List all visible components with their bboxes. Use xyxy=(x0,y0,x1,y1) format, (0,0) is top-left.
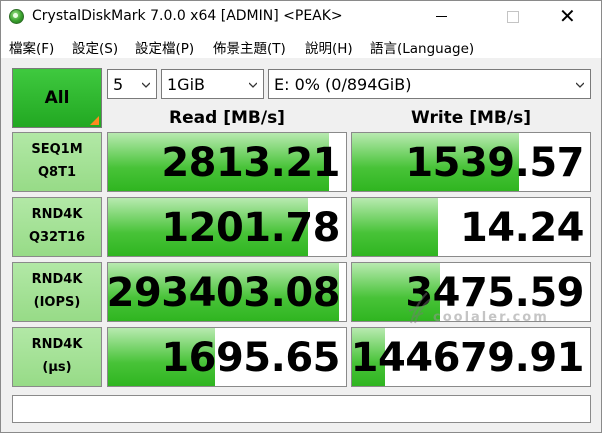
chevron-down-icon xyxy=(576,82,584,88)
row-label-line2: (μs) xyxy=(42,360,72,375)
minimize-button[interactable] xyxy=(419,1,465,32)
test-count-select[interactable]: 5 xyxy=(107,69,157,99)
rnd4k-q32t16-read-result: 1201.78 xyxy=(107,197,347,257)
rnd4k-latency-write-result: 144679.91 xyxy=(351,327,591,387)
result-value: 1201.78 xyxy=(161,205,340,251)
menu-language[interactable]: 語言(Language) xyxy=(370,37,474,57)
rnd4k-q32t16-button[interactable]: RND4K Q32T16 xyxy=(12,197,102,257)
seq1m-read-result: 2813.21 xyxy=(107,132,347,192)
drive-value: E: 0% (0/894GiB) xyxy=(274,75,412,94)
result-value: 144679.91 xyxy=(351,335,585,381)
maximize-icon xyxy=(507,11,519,23)
chevron-down-icon xyxy=(142,82,150,88)
window-title: CrystalDiskMark 7.0.0 x64 [ADMIN] <PEAK> xyxy=(32,8,343,24)
rnd4k-q32t16-write-result: 14.24 xyxy=(351,197,591,257)
result-bar xyxy=(352,198,438,256)
row-label-line1: RND4K xyxy=(31,272,83,287)
seq1m-write-result: 1539.57 xyxy=(351,132,591,192)
row-label-line2: Q32T16 xyxy=(28,230,86,245)
test-size-value: 1GiB xyxy=(167,75,205,94)
read-column-header: Read [MB/s] xyxy=(169,108,285,128)
rnd4k-iops-read-result: 293403.08 xyxy=(107,262,347,322)
close-icon: ✕ xyxy=(559,4,576,28)
row-label-line2: Q8T1 xyxy=(37,165,76,180)
title-bar[interactable]: CrystalDiskMark 7.0.0 x64 [ADMIN] <PEAK>… xyxy=(1,1,601,32)
row-label-line2: (IOPS) xyxy=(33,295,81,310)
run-all-label: All xyxy=(44,88,70,108)
app-logo-icon xyxy=(9,9,24,24)
rnd4k-latency-read-result: 1695.65 xyxy=(107,327,347,387)
rnd4k-latency-button[interactable]: RND4K (μs) xyxy=(12,327,102,387)
minimize-icon xyxy=(436,16,447,17)
result-value: 14.24 xyxy=(459,205,585,251)
result-value: 2813.21 xyxy=(161,140,340,186)
result-value: 3475.59 xyxy=(405,270,584,316)
menu-theme[interactable]: 佈景主題(T) xyxy=(213,37,286,57)
corner-indicator-icon xyxy=(90,116,99,125)
row-label-line1: SEQ1M xyxy=(31,142,83,157)
result-value: 293403.08 xyxy=(107,270,341,316)
seq1m-q8t1-button[interactable]: SEQ1M Q8T1 xyxy=(12,132,102,192)
chevron-down-icon xyxy=(249,82,257,88)
rnd4k-iops-write-result: 3475.59 xyxy=(351,262,591,322)
menu-file[interactable]: 檔案(F) xyxy=(9,37,54,57)
drive-select[interactable]: E: 0% (0/894GiB) xyxy=(268,69,591,99)
menu-settings[interactable]: 設定(S) xyxy=(72,37,118,57)
menu-bar: 檔案(F) 設定(S) 設定檔(P) 佈景主題(T) 說明(H) 語言(Lang… xyxy=(1,32,601,59)
maximize-button[interactable] xyxy=(490,1,536,32)
write-column-header: Write [MB/s] xyxy=(411,108,531,128)
rnd4k-iops-button[interactable]: RND4K (IOPS) xyxy=(12,262,102,322)
menu-help[interactable]: 說明(H) xyxy=(305,37,353,57)
test-size-select[interactable]: 1GiB xyxy=(161,69,264,99)
benchmark-panel: All 5 1GiB E: 0% (0/894GiB) Read [MB/s] … xyxy=(1,59,601,433)
app-window: CrystalDiskMark 7.0.0 x64 [ADMIN] <PEAK>… xyxy=(0,0,602,433)
row-label-line1: RND4K xyxy=(31,207,83,222)
menu-profile[interactable]: 設定檔(P) xyxy=(135,37,194,57)
test-count-value: 5 xyxy=(113,75,124,94)
result-value: 1539.57 xyxy=(405,140,584,186)
run-all-button[interactable]: All xyxy=(12,68,102,128)
comment-field[interactable] xyxy=(12,395,591,423)
result-value: 1695.65 xyxy=(161,335,340,381)
row-label-line1: RND4K xyxy=(31,337,83,352)
close-button[interactable]: ✕ xyxy=(547,1,593,32)
